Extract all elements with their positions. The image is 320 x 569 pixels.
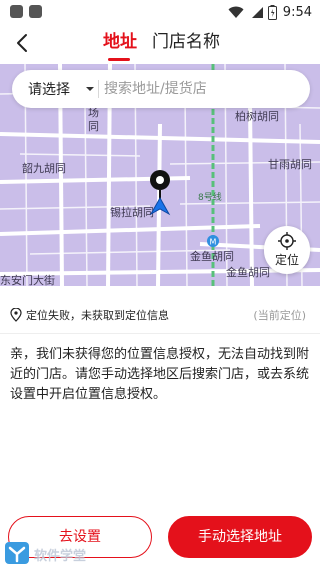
location-pin-icon xyxy=(10,308,22,322)
status-bar: 9:54 xyxy=(0,0,320,24)
search-divider xyxy=(98,80,99,98)
tab-active-indicator xyxy=(108,58,130,61)
notification-icon xyxy=(29,5,42,18)
svg-text:M: M xyxy=(210,238,217,247)
watermark-text: 软件学堂 xyxy=(34,549,87,564)
signal-icon xyxy=(251,6,263,18)
status-icons: 9:54 xyxy=(228,3,312,21)
divider xyxy=(0,333,320,334)
map-label: 同 xyxy=(88,120,99,133)
wifi-icon xyxy=(228,6,244,18)
map-label: 东安门大街 xyxy=(0,274,55,286)
watermark-logo-icon xyxy=(5,542,29,564)
status-time: 9:54 xyxy=(282,4,312,20)
map-pin-icon xyxy=(149,170,171,216)
permission-message: 亲，我们未获得您的位置信息授权，无法自动找到附近的门店。请您手动选择地区后搜索门… xyxy=(10,347,310,402)
chevron-down-icon[interactable] xyxy=(86,87,94,91)
notification-icon xyxy=(10,5,23,18)
map-label: 金鱼胡同 xyxy=(190,250,234,263)
header: 地址 门店名称 xyxy=(0,24,320,64)
current-location-link[interactable]: (当前定位) xyxy=(253,307,306,323)
map-label: 韶九胡同 xyxy=(22,162,66,175)
battery-icon xyxy=(267,4,277,20)
map-label-metro: 8号线 xyxy=(198,193,222,203)
tab-store-name[interactable]: 门店名称 xyxy=(152,30,220,54)
manual-select-address-button[interactable]: 手动选择地址 xyxy=(168,516,312,558)
screen: 9:54 地址 门店名称 M 场 同 柏树胡同 韶九胡同 甘雨胡同 8号线 锡拉… xyxy=(0,0,320,569)
back-arrow-icon[interactable] xyxy=(12,32,34,54)
region-select[interactable]: 请选择 xyxy=(28,79,70,99)
search-input[interactable] xyxy=(104,76,300,102)
map-label: 甘雨胡同 xyxy=(268,158,312,171)
tab-address[interactable]: 地址 xyxy=(103,30,137,54)
location-status-row: 定位失败，未获取到定位信息 (当前定位) xyxy=(10,307,310,323)
location-status-text: 定位失败，未获取到定位信息 xyxy=(26,309,169,322)
watermark: 软件学堂 xyxy=(4,540,134,566)
crosshair-icon xyxy=(278,232,296,250)
locate-button[interactable]: 定位 xyxy=(264,226,310,274)
search-bar: 请选择 xyxy=(12,70,310,108)
locate-label: 定位 xyxy=(274,253,299,267)
map-label: 柏树胡同 xyxy=(235,110,279,123)
